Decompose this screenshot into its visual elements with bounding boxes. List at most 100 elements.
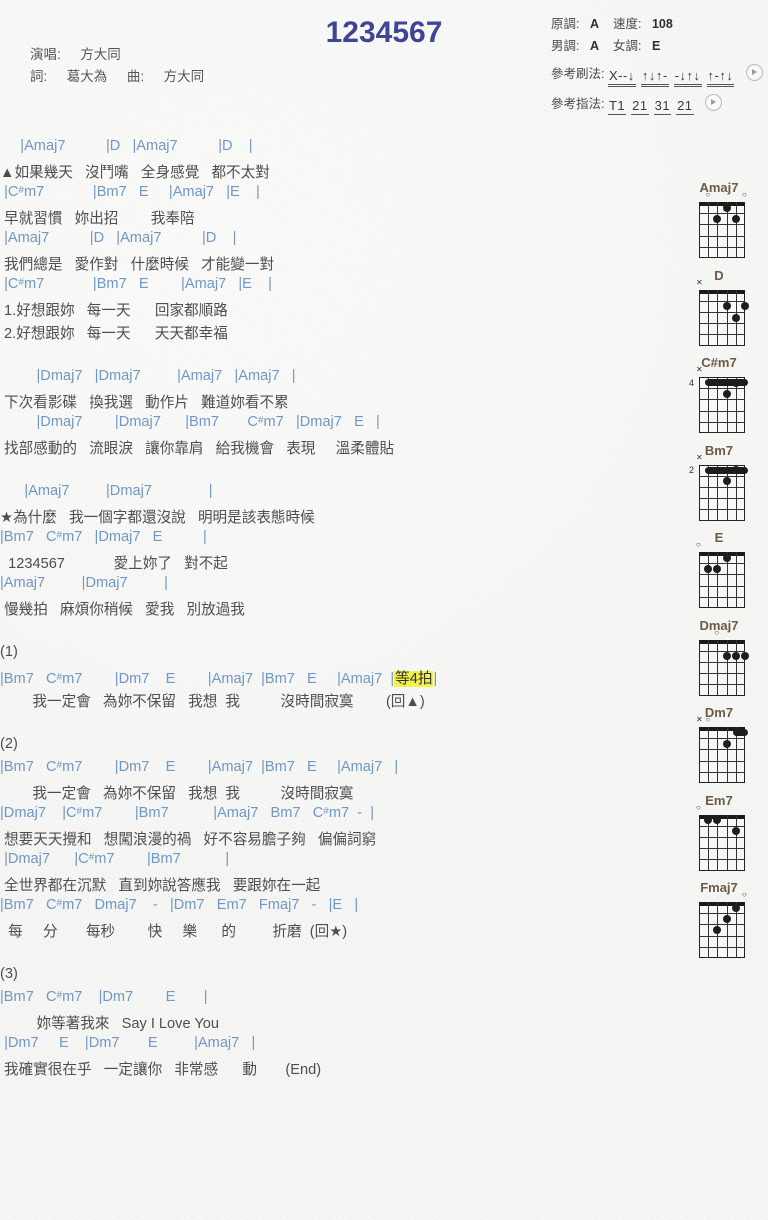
chord-diagram: E ○ (680, 530, 768, 618)
finger-dot (722, 914, 731, 923)
lyric-line: 我確實很在乎 一定讓你 非常感 動 (End) (0, 1062, 322, 1078)
string-line (726, 639, 728, 696)
finger-dot (731, 378, 740, 387)
fret-line (699, 825, 745, 827)
chord-diagram-grid: ○ (699, 628, 749, 696)
string-line (708, 552, 710, 608)
song-block: (2) |Bm7 C#m7 |Dm7 E |Amaj7 |Bm7 E |Amaj7… (0, 736, 676, 943)
chord-diagram-grid: ○ (696, 803, 745, 871)
lyric-line: 我們總是 愛作對 什麼時候 才能變一對 (0, 257, 275, 273)
fret-line (699, 738, 745, 740)
lyric-line: ★為什麼 我一個字都還沒說 明明是該表態時候 (0, 510, 315, 526)
lyric-line: 妳等著我來 Say I Love You (0, 1016, 219, 1032)
lyric-line: 2.好想跟妳 每一天 天天都幸福 (0, 326, 228, 342)
string-line (717, 639, 719, 696)
chord-diagram: Fmaj7 ○ (680, 880, 768, 968)
chord-diagram: D ✕ (680, 268, 768, 356)
finger-dot (741, 302, 749, 311)
fret-line (699, 311, 745, 313)
fret-line (699, 596, 745, 598)
finger-dot (731, 903, 740, 912)
chord-diagram-grid: ✕ ○ (696, 716, 748, 783)
pattern-group: 21 (676, 98, 694, 115)
fret-line (699, 661, 745, 663)
finger-dot (722, 477, 731, 486)
chord-line: |Amaj7 |D |Amaj7 |D | (20, 138, 253, 154)
muted-string-marker: ✕ (696, 277, 703, 287)
fretboard-box (699, 552, 745, 608)
song-block: |Amaj7 |D |Amaj7 |D | ▲如果幾天 沒鬥嘴 全身感覺 都不太對… (0, 138, 676, 345)
finger-dot (731, 466, 740, 475)
play-icon-strum[interactable] (745, 64, 763, 81)
barre-bar (705, 466, 748, 474)
fingerstyle-pattern-label: 參考指法: (551, 97, 605, 111)
fret-line (699, 650, 745, 652)
fret-line (699, 475, 745, 477)
original-key-value: A (589, 17, 599, 31)
lyric-line: 每 分 每秒 快 樂 的 折磨 (回★) (0, 924, 348, 940)
pattern-group: ↑↓↑- (640, 68, 669, 87)
strum-pattern-row: 參考刷法: X--↓ ↑↓↑- -↓↑↓ ↑-↑↓ (551, 63, 763, 87)
finger-dot (722, 203, 731, 212)
string-line (708, 289, 710, 346)
composer-label: 曲: (126, 69, 145, 84)
song-block: (3) |Bm7 C#m7 |Dm7 E | 妳等著我來 Say I Love Y… (0, 966, 676, 1081)
fret-line (699, 486, 745, 488)
chord-diagram: Em7 ○ (680, 793, 768, 881)
chord-diagram: Bm7 ✕ 2 (680, 443, 768, 531)
fret-line (699, 848, 745, 850)
barre-bar (705, 379, 748, 387)
fret-line (699, 673, 745, 675)
chord-line: |Dmaj7 |Dmaj7 |Bm7 C#m7 |Dmaj7 E | (36, 414, 380, 430)
chord-line: |Bm7 C#m7 Dmaj7 - |Dm7 Em7 Fmaj7 - |E | (0, 897, 359, 913)
song-block: (1) |Bm7 C#m7 |Dm7 E |Amaj7 |Bm7 E |Amaj7… (0, 644, 676, 713)
pattern-group: ↑-↑↓ (706, 68, 735, 87)
string-line (726, 902, 728, 958)
original-key-label: 原調: (551, 17, 580, 31)
chord-diagram-name: C#m7 (701, 355, 737, 370)
fret-line (699, 410, 745, 412)
male-key-label: 男調: (551, 39, 580, 53)
fret-line (699, 213, 745, 215)
fret-line (699, 246, 745, 248)
muted-string-marker: ✕ (696, 452, 703, 462)
pattern-group: 21 (631, 98, 649, 115)
finger-dot (722, 739, 731, 748)
chord-line: |C#m7 |Bm7 E |Amaj7 |E | (4, 184, 260, 200)
chord-line: |Dmaj7 |Dmaj7 |Amaj7 |Amaj7 | (36, 368, 296, 384)
lyric-line: 慢幾拍 麻煩你稍候 愛我 別放過我 (0, 602, 245, 618)
original-key-row: 原調: A 速度: 108 (551, 13, 673, 35)
lyric-line: 我一定會 為妳不保留 我想 我 沒時間寂寞 (回▲) (0, 694, 425, 710)
chord-diagram-name: Dm7 (704, 705, 734, 720)
song-block: |Amaj7 |Dmaj7 | ★為什麼 我一個字都還沒說 明明是該表態時候 |Bm… (0, 483, 676, 621)
fret-line (699, 224, 745, 226)
string-line (708, 202, 710, 258)
song-block: |Dmaj7 |Dmaj7 |Amaj7 |Amaj7 | 下次看影碟 換我選 … (0, 368, 676, 460)
chord-line: |Dmaj7 |C#m7 |Bm7 | (4, 851, 230, 867)
fret-line (699, 421, 745, 423)
fret-line (699, 749, 745, 751)
string-line (708, 902, 710, 958)
pattern-group: 31 (653, 98, 672, 115)
fret-line (699, 498, 745, 500)
section-label: (2) (0, 736, 18, 752)
finger-dot (722, 553, 731, 562)
lyric-line: ▲如果幾天 沒鬥嘴 全身感覺 都不太對 (0, 165, 270, 181)
fret-line (699, 924, 745, 926)
string-line (708, 639, 710, 696)
fret-line (699, 235, 745, 237)
fret-line (699, 760, 745, 762)
chord-diagram-name: E (714, 530, 724, 545)
finger-dot (731, 214, 740, 223)
string-line (708, 727, 710, 783)
finger-dot (722, 389, 731, 398)
fret-line (699, 300, 745, 302)
lyric-line: 全世界都在沉默 直到妳說答應我 要跟妳在一起 (0, 878, 321, 894)
string-line (726, 727, 728, 783)
open-string-marker: ○ (705, 190, 711, 199)
finger-dot (722, 302, 731, 311)
female-key-label: 女調: (612, 39, 642, 53)
play-icon-fingerstyle[interactable] (705, 94, 723, 111)
chord-diagram-list: Amaj7 ○ ○ D ✕ C#m7 ✕ 4 Bm7 ✕ 2 E ○ Dmaj7 ○ Dm7 ✕ ○ Em7 ○ Fma… (680, 180, 768, 968)
open-string-marker: ○ (696, 540, 701, 549)
